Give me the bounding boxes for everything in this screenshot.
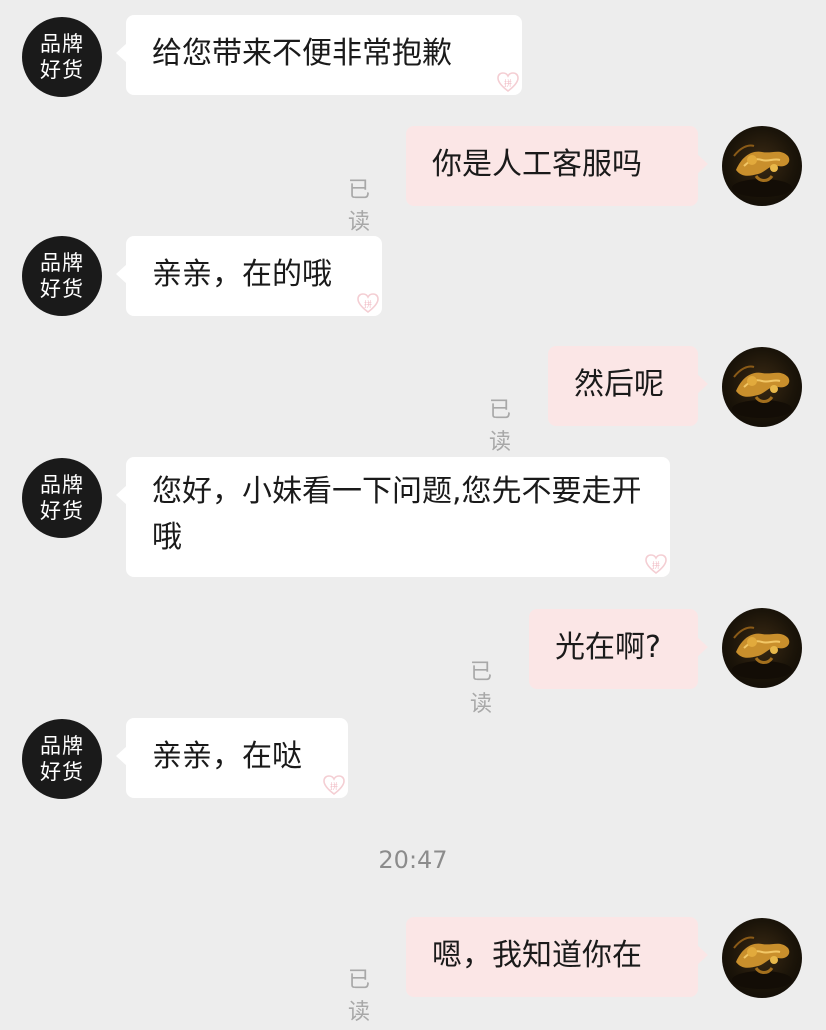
message-bubble[interactable]: 嗯，我知道你在 (406, 917, 708, 997)
shop-avatar-line1: 品牌 (40, 734, 84, 758)
svg-text:拼: 拼 (330, 781, 338, 791)
message-text: 光在啊? (555, 630, 661, 665)
shop-avatar-line1: 品牌 (40, 251, 84, 275)
heart-mark-icon: 拼 (497, 72, 519, 93)
heart-mark-icon: 拼 (323, 775, 345, 796)
svg-text:拼: 拼 (504, 78, 512, 88)
message-text: 你是人工客服吗 (432, 147, 642, 182)
dragon-avatar-icon (732, 936, 792, 989)
shop-avatar-line2: 好货 (40, 58, 84, 82)
message-text: 您好，小妹看一下问题,您先不要走开哦 (152, 474, 642, 555)
heart-mark-icon: 拼 (357, 293, 379, 314)
timestamp: 20:47 (378, 846, 448, 874)
shop-avatar[interactable]: 品牌 好货 (22, 236, 102, 316)
user-avatar[interactable] (722, 347, 802, 427)
user-avatar[interactable] (722, 918, 802, 998)
dragon-avatar-icon (732, 144, 792, 197)
dragon-avatar-icon (732, 365, 792, 418)
message-bubble[interactable]: 亲亲，在的哦 拼 (116, 236, 382, 316)
shop-avatar[interactable]: 品牌 好货 (22, 17, 102, 97)
read-status: 已读 (489, 398, 512, 455)
shop-avatar-line2: 好货 (40, 277, 84, 301)
svg-text:拼: 拼 (364, 299, 372, 309)
read-status: 已读 (470, 660, 493, 717)
shop-avatar[interactable]: 品牌 好货 (22, 458, 102, 538)
heart-mark-icon: 拼 (645, 554, 667, 575)
message-bubble[interactable]: 亲亲，在哒 拼 (116, 718, 348, 798)
message-text: 给您带来不便非常抱歉 (152, 36, 452, 71)
message-bubble[interactable]: 然后呢 (548, 346, 708, 426)
shop-avatar-line2: 好货 (40, 499, 84, 523)
user-avatar[interactable] (722, 608, 802, 688)
dragon-avatar-icon (732, 626, 792, 679)
message-text: 亲亲，在哒 (152, 739, 302, 774)
user-avatar[interactable] (722, 126, 802, 206)
message-text: 然后呢 (574, 367, 664, 402)
message-bubble[interactable]: 光在啊? (529, 609, 708, 689)
shop-avatar-line1: 品牌 (40, 473, 84, 497)
message-text: 嗯，我知道你在 (432, 938, 642, 973)
shop-avatar[interactable]: 品牌 好货 (22, 719, 102, 799)
svg-text:拼: 拼 (652, 560, 660, 570)
shop-avatar-line1: 品牌 (40, 32, 84, 56)
message-text: 亲亲，在的哦 (152, 257, 332, 292)
message-bubble[interactable]: 您好，小妹看一下问题,您先不要走开哦 拼 (116, 457, 670, 577)
message-bubble[interactable]: 给您带来不便非常抱歉 拼 (116, 15, 522, 95)
read-status: 已读 (348, 968, 371, 1025)
message-bubble[interactable]: 你是人工客服吗 (406, 126, 708, 206)
shop-avatar-line2: 好货 (40, 760, 84, 784)
read-status: 已读 (348, 178, 371, 235)
